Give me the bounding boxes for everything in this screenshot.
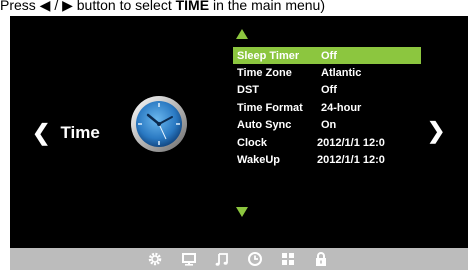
category-label: Time <box>60 123 100 142</box>
menu-row-label: WakeUp <box>237 154 280 167</box>
tv-menu-screen: ❮ Time ❯ Sleep Timer Off Time Zone Atlan… <box>10 16 468 248</box>
next-category-icon[interactable]: ❯ <box>427 120 445 142</box>
settings-icon[interactable] <box>147 251 163 267</box>
main-menu-bar <box>10 248 468 270</box>
menu-row-sleep-timer[interactable]: Sleep Timer Off <box>233 47 421 65</box>
display-icon[interactable] <box>181 251 197 267</box>
scroll-up-arrow-icon[interactable] <box>236 29 248 39</box>
menu-row-value: 2012/1/1 12:0 <box>317 136 385 149</box>
scroll-down-arrow-icon[interactable] <box>236 207 248 217</box>
previous-category-icon[interactable]: ❮ <box>32 122 50 144</box>
menu-row-label: Sleep Timer <box>237 49 300 62</box>
menu-row-label: Time Zone <box>237 67 292 80</box>
menu-row-time-format[interactable]: Time Format 24-hour <box>233 99 421 116</box>
menu-row-label: DST <box>237 84 259 97</box>
time-settings-menu: Sleep Timer Off Time Zone Atlantic DST O… <box>233 47 421 169</box>
menu-row-value: 24-hour <box>321 101 362 114</box>
menu-row-time-zone[interactable]: Time Zone Atlantic <box>233 64 421 81</box>
menu-row-wakeup[interactable]: WakeUp 2012/1/1 12:0 <box>233 151 421 168</box>
lock-icon[interactable] <box>313 251 329 267</box>
instruction-caption: Press ◀ / ▶ button to select TIME in the… <box>0 0 326 13</box>
clock-icon <box>131 96 187 152</box>
menu-row-label: Auto Sync <box>237 119 292 132</box>
grid-icon[interactable] <box>280 251 296 267</box>
menu-row-label: Clock <box>237 136 267 149</box>
menu-row-clock[interactable]: Clock 2012/1/1 12:0 <box>233 134 421 151</box>
menu-row-value: 2012/1/1 12:0 <box>317 154 385 167</box>
menu-row-dst[interactable]: DST Off <box>233 82 421 99</box>
menu-row-value: On <box>321 119 337 132</box>
clock-icon[interactable] <box>247 251 263 267</box>
music-icon[interactable] <box>214 251 230 267</box>
menu-row-value: Atlantic <box>321 67 362 80</box>
category-selector[interactable]: ❮ Time <box>32 122 100 144</box>
menu-row-value: Off <box>321 84 337 97</box>
menu-row-auto-sync[interactable]: Auto Sync On <box>233 117 421 134</box>
menu-row-value: Off <box>321 49 337 62</box>
menu-row-label: Time Format <box>237 101 303 114</box>
